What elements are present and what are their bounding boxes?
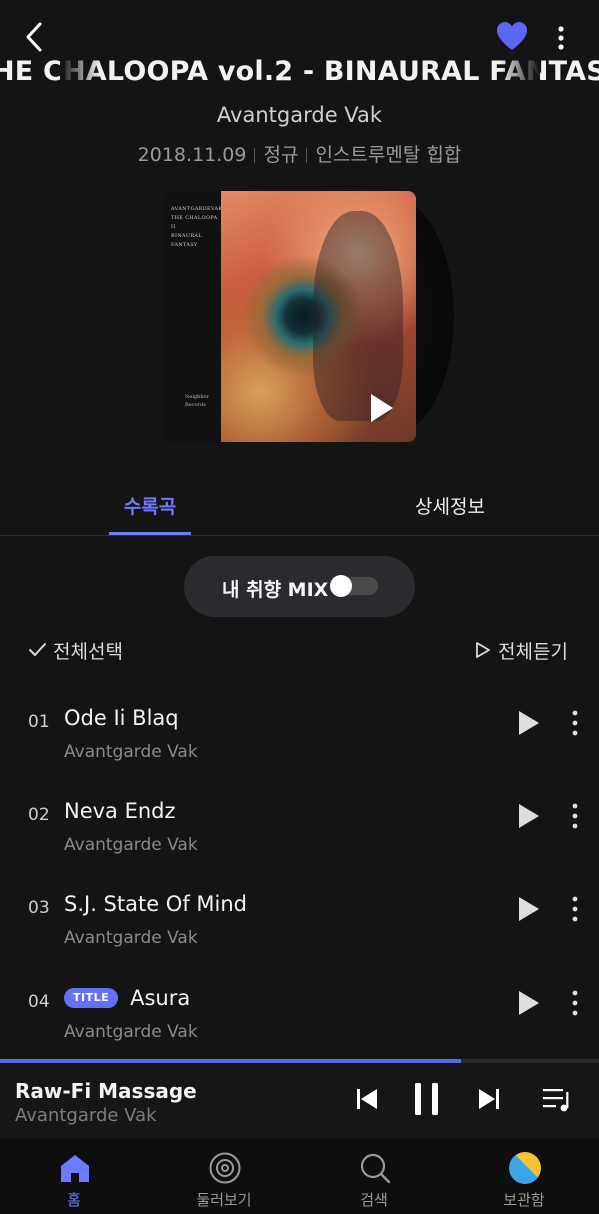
play-all-label: 전체듣기 [498, 640, 568, 663]
track-title: Neva Endz [64, 799, 176, 823]
release-date: 2018.11.09 [137, 144, 247, 166]
select-all-button[interactable]: 전체선택 [27, 636, 123, 664]
search-icon [360, 1153, 391, 1184]
track-row[interactable]: 02 Neva Endz Avantgarde Vak [0, 785, 599, 877]
cover-left-panel: AVANTGARDEVAK THE CHALOOPA II BINAURAL F… [165, 191, 223, 442]
nav-label-browse: 둘러보기 [196, 1191, 252, 1209]
track-number: 01 [28, 712, 50, 732]
more-vertical-icon [558, 26, 564, 50]
chevron-left-icon [26, 22, 42, 52]
track-title: Ode Ii Blaq [64, 706, 179, 730]
track-row[interactable]: 03 S.J. State Of Mind Avantgarde Vak [0, 878, 599, 970]
taste-mix-toggle[interactable]: 내 취향 MIX [184, 556, 415, 617]
back-button[interactable] [20, 18, 56, 58]
active-tab-indicator [109, 532, 191, 535]
heart-icon [497, 22, 527, 50]
album-cover[interactable]: AVANTGARDEVAK THE CHALOOPA II BINAURAL F… [165, 191, 416, 442]
track-row[interactable]: 04 TITLE Asura Avantgarde Vak [0, 972, 599, 1064]
pause-icon[interactable] [410, 1079, 444, 1119]
track-artist: Avantgarde Vak [64, 928, 198, 948]
now-playing-title: Raw-Fi Massage [15, 1079, 197, 1103]
play-icon[interactable] [515, 988, 543, 1018]
album-meta: 2018.11.09 정규 인스트루멘탈 힙합 [0, 140, 599, 167]
library-avatar-icon [509, 1152, 541, 1184]
album-tabs: 수록곡 상세정보 [0, 480, 599, 536]
cover-text-line: THE CHALOOPA II [171, 215, 218, 230]
mini-player[interactable]: Raw-Fi Massage Avantgarde Vak [0, 1063, 599, 1139]
more-vertical-icon[interactable] [563, 801, 587, 831]
nav-label-library: 보관함 [503, 1191, 545, 1209]
track-title-row: TITLE Asura [64, 986, 190, 1010]
more-vertical-icon[interactable] [563, 708, 587, 738]
nav-item-home[interactable]: 홈 [14, 1139, 134, 1214]
previous-track-icon[interactable] [352, 1079, 382, 1119]
play-icon[interactable] [515, 894, 543, 924]
next-track-icon[interactable] [474, 1079, 504, 1119]
mix-switch-knob [330, 575, 352, 597]
track-artist: Avantgarde Vak [64, 1022, 198, 1042]
track-artist: Avantgarde Vak [64, 742, 198, 762]
track-number: 03 [28, 898, 50, 918]
play-outline-icon [476, 642, 490, 658]
play-icon[interactable] [365, 391, 397, 425]
track-row[interactable]: 01 Ode Ii Blaq Avantgarde Vak [0, 692, 599, 784]
more-vertical-icon[interactable] [563, 988, 587, 1018]
cover-text-line: BINAURAL FANTASY [171, 233, 202, 248]
bottom-navigation: 홈 둘러보기 검색 보관함 [0, 1139, 599, 1214]
nav-item-search[interactable]: 검색 [314, 1139, 434, 1214]
play-icon[interactable] [515, 708, 543, 738]
select-all-label: 전체선택 [53, 640, 123, 663]
mix-label: 내 취향 MIX [222, 579, 329, 601]
track-number: 02 [28, 805, 50, 825]
album-artist[interactable]: Avantgarde Vak [0, 103, 599, 127]
cover-figure [313, 211, 403, 421]
tab-details[interactable]: 상세정보 [408, 492, 492, 519]
track-artist: Avantgarde Vak [64, 835, 198, 855]
cover-label-line: Neighbor [185, 394, 209, 400]
title-track-badge: TITLE [64, 988, 119, 1008]
track-title-row: Neva Endz [64, 799, 176, 823]
album-genre: 인스트루멘탈 힙합 [315, 144, 462, 166]
nav-label-search: 검색 [360, 1191, 388, 1209]
track-title: S.J. State Of Mind [64, 892, 248, 916]
cover-label: Neighbor Records [185, 393, 209, 409]
more-options-button[interactable] [546, 20, 576, 56]
mix-switch[interactable] [330, 575, 378, 597]
more-vertical-icon[interactable] [563, 894, 587, 924]
tab-tracks[interactable]: 수록곡 [109, 492, 191, 519]
now-playing-artist: Avantgarde Vak [15, 1105, 157, 1126]
play-all-button[interactable]: 전체듣기 [472, 636, 568, 664]
meta-divider [254, 148, 256, 163]
home-icon [61, 1155, 89, 1182]
track-title: Asura [130, 986, 191, 1010]
track-title-row: S.J. State Of Mind [64, 892, 247, 916]
album-type: 정규 [263, 144, 299, 166]
like-button[interactable] [494, 20, 530, 54]
playlist-icon[interactable] [540, 1079, 574, 1119]
check-icon [29, 643, 46, 656]
title-fade-right [500, 56, 540, 100]
title-fade-left [60, 56, 100, 100]
cover-label-line: Records [185, 402, 206, 408]
nav-item-library[interactable]: 보관함 [464, 1139, 584, 1214]
meta-divider [306, 148, 308, 163]
track-title-row: Ode Ii Blaq [64, 706, 179, 730]
track-number: 04 [28, 992, 50, 1012]
disc-icon [209, 1152, 241, 1184]
cover-text-line: AVANTGARDEVAK [171, 206, 223, 212]
play-icon[interactable] [515, 801, 543, 831]
nav-item-browse[interactable]: 둘러보기 [164, 1139, 284, 1214]
nav-label-home: 홈 [67, 1191, 81, 1209]
cover-text: AVANTGARDEVAK THE CHALOOPA II BINAURAL F… [171, 205, 223, 250]
